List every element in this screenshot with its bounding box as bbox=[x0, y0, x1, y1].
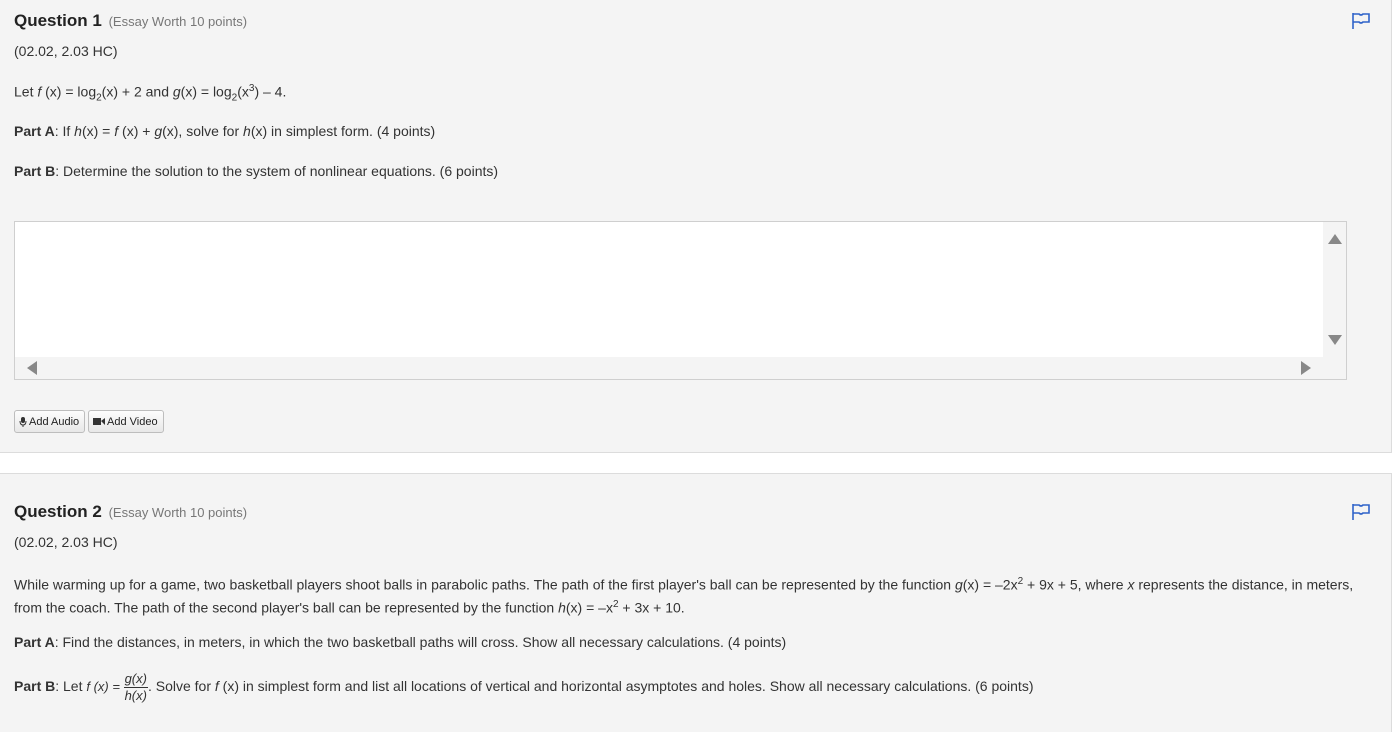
scroll-left-icon[interactable] bbox=[27, 361, 37, 375]
question-title-text: Question 1 bbox=[14, 11, 102, 30]
scroll-right-icon[interactable] bbox=[1301, 361, 1311, 375]
question-2-panel: Question 2 (Essay Worth 10 points) (02.0… bbox=[0, 473, 1392, 732]
add-audio-button[interactable]: Add Audio bbox=[14, 410, 86, 433]
question-2-part-b: Part B: Let f (x) = g(x) h(x). Solve for … bbox=[14, 671, 1034, 703]
add-audio-label: Add Audio bbox=[29, 415, 80, 428]
question-1-statement: Let f (x) = log2(x) + 2 and g(x) = log2(… bbox=[14, 83, 287, 104]
scroll-up-icon[interactable] bbox=[1328, 234, 1342, 244]
question-worth: (Essay Worth 10 points) bbox=[108, 505, 248, 520]
scroll-down-icon[interactable] bbox=[1328, 335, 1342, 345]
question-1-part-b: Part B: Determine the solution to the sy… bbox=[14, 163, 499, 179]
vertical-scrollbar[interactable] bbox=[1323, 222, 1346, 358]
microphone-icon bbox=[19, 416, 27, 427]
question-1-panel: Question 1 (Essay Worth 10 points) (02.0… bbox=[0, 0, 1392, 453]
add-video-button[interactable]: Add Video bbox=[88, 410, 164, 433]
question-2-description: While warming up for a game, two basketb… bbox=[14, 576, 1354, 616]
flag-icon[interactable] bbox=[1351, 12, 1371, 30]
question-code: (02.02, 2.03 HC) bbox=[14, 43, 118, 59]
add-video-label: Add Video bbox=[107, 415, 158, 428]
question-code: (02.02, 2.03 HC) bbox=[14, 534, 118, 550]
video-camera-icon bbox=[93, 418, 105, 425]
essay-answer-editor[interactable] bbox=[14, 221, 1347, 380]
question-2-title: Question 2 (Essay Worth 10 points) bbox=[14, 502, 247, 522]
fraction: g(x) h(x) bbox=[123, 671, 148, 703]
horizontal-scrollbar[interactable] bbox=[15, 357, 1346, 379]
question-1-part-a: Part A: If h(x) = f (x) + g(x), solve fo… bbox=[14, 123, 436, 139]
question-2-part-a: Part A: Find the distances, in meters, i… bbox=[14, 634, 787, 650]
question-1-title: Question 1 (Essay Worth 10 points) bbox=[14, 11, 247, 31]
question-worth: (Essay Worth 10 points) bbox=[108, 14, 248, 29]
question-title-text: Question 2 bbox=[14, 502, 102, 521]
flag-icon[interactable] bbox=[1351, 503, 1371, 521]
